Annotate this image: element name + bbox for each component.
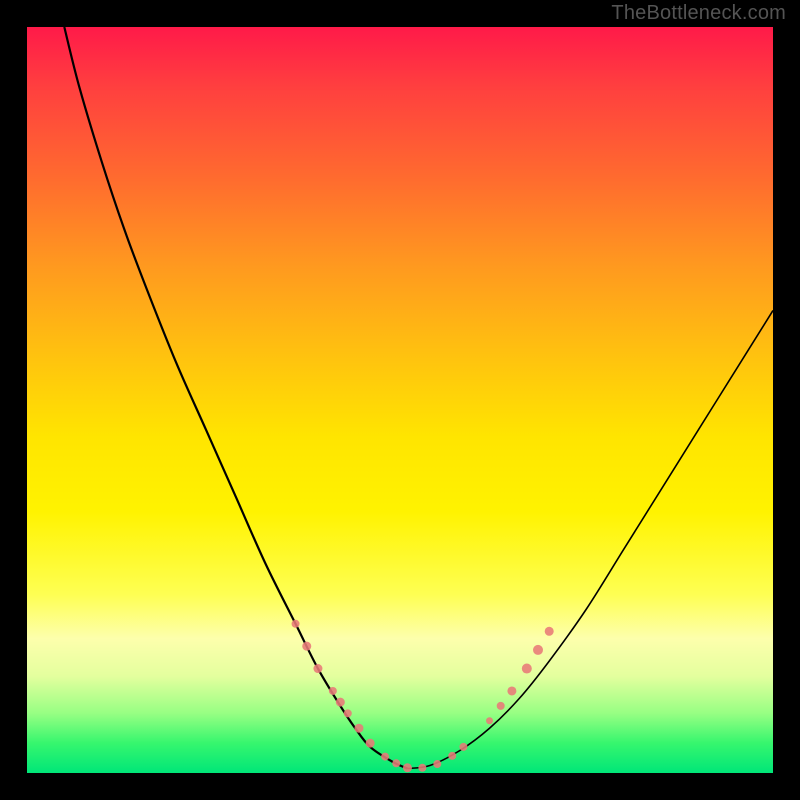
bottleneck-curve-left-path: [64, 27, 407, 769]
data-marker: [533, 645, 543, 655]
data-marker: [403, 763, 412, 772]
data-marker: [486, 717, 493, 724]
data-marker: [448, 752, 456, 760]
data-marker: [302, 642, 311, 651]
data-marker: [507, 686, 516, 695]
data-marker: [292, 620, 300, 628]
curve-svg: [27, 27, 773, 773]
data-marker: [433, 760, 441, 768]
data-marker: [418, 764, 426, 772]
marker-group: [292, 620, 554, 772]
data-marker: [313, 664, 322, 673]
curve-group: [64, 27, 773, 769]
bottleneck-curve-right-path: [407, 310, 773, 768]
data-marker: [329, 687, 337, 695]
data-marker: [344, 709, 352, 717]
data-marker: [545, 627, 554, 636]
data-marker: [522, 664, 532, 674]
plot-area: [27, 27, 773, 773]
data-marker: [336, 698, 345, 707]
data-marker: [354, 724, 363, 733]
data-marker: [459, 743, 467, 751]
chart-container: TheBottleneck.com: [0, 0, 800, 800]
watermark-text: TheBottleneck.com: [611, 2, 786, 25]
data-marker: [497, 702, 505, 710]
data-marker: [381, 753, 389, 761]
data-marker: [392, 759, 400, 767]
data-marker: [366, 739, 375, 748]
